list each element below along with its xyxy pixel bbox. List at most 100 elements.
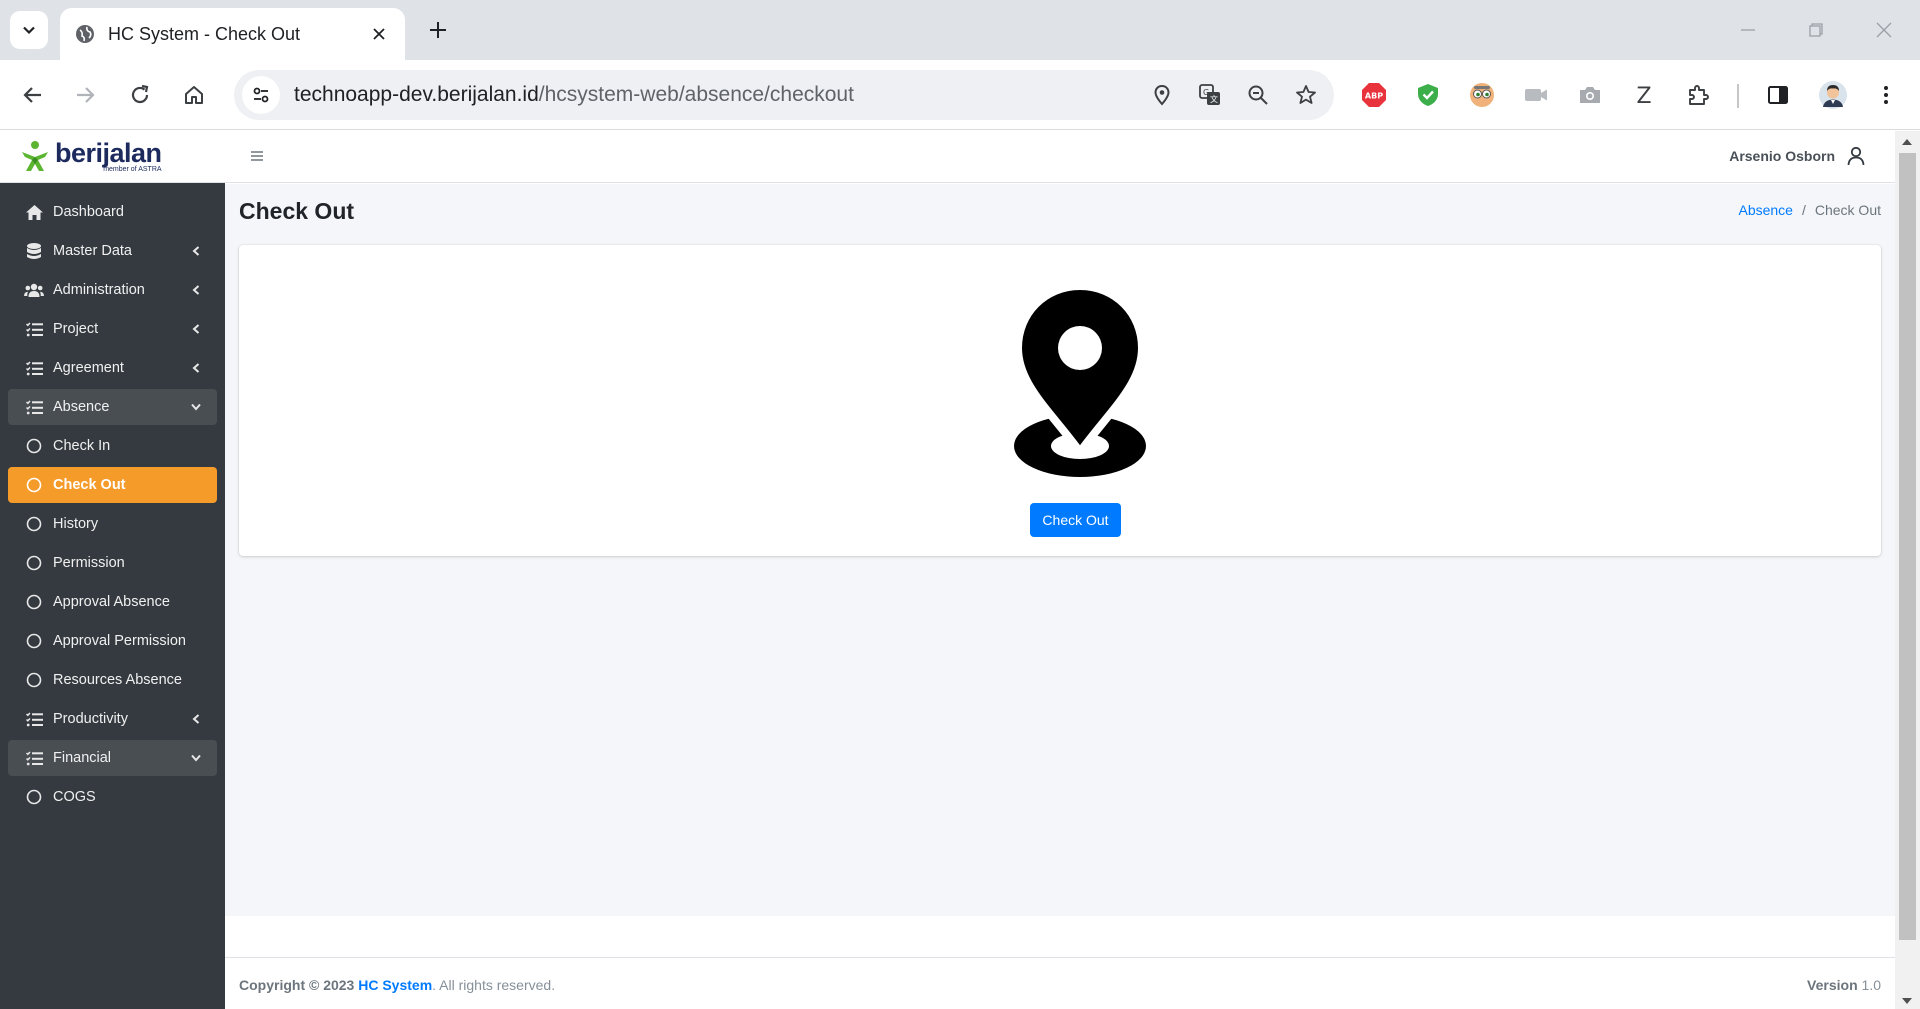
browser-toolbar: technoapp-dev.berijalan.id/hcsystem-web/… (0, 60, 1920, 130)
site-info-button[interactable] (242, 76, 280, 114)
map-marker-icon (1013, 282, 1147, 477)
z-extension-icon: Z (1636, 84, 1651, 108)
circle-icon (24, 436, 44, 456)
translate-button[interactable]: G文 (1190, 75, 1230, 115)
minimize-icon (1741, 29, 1755, 31)
footer-brand-link[interactable]: HC System (358, 977, 432, 993)
location-button[interactable] (1142, 75, 1182, 115)
sidebar-item-resources-absence[interactable]: Resources Absence (8, 662, 217, 698)
scroll-down-arrow-icon[interactable] (1902, 998, 1912, 1004)
top-navbar: Arsenio Osborn (225, 131, 1895, 183)
camera-extension-button[interactable] (1572, 77, 1608, 113)
address-bar[interactable]: technoapp-dev.berijalan.id/hcsystem-web/… (234, 70, 1334, 120)
brand-subtitle: member of ASTRA (103, 165, 162, 173)
minimize-button[interactable] (1732, 14, 1764, 46)
reload-button[interactable] (122, 77, 158, 113)
sidebar-item-label: History (53, 516, 99, 532)
z-extension-button[interactable]: Z (1626, 77, 1662, 113)
video-extension-button[interactable] (1518, 77, 1554, 113)
sidebar-item-dashboard[interactable]: Dashboard (8, 194, 217, 230)
profile-button[interactable] (1815, 77, 1851, 113)
sidebar-item-history[interactable]: History (8, 506, 217, 542)
tasks-icon (24, 709, 44, 729)
sidebar-item-administration[interactable]: Administration (8, 272, 217, 308)
sidebar-item-permission[interactable]: Permission (8, 545, 217, 581)
sidebar-item-agreement[interactable]: Agreement (8, 350, 217, 386)
sidebar-toggle-button[interactable] (246, 145, 268, 167)
browser-menu-button[interactable] (1868, 77, 1904, 113)
sidebar-item-absence[interactable]: Absence (8, 389, 217, 425)
back-button[interactable] (15, 77, 51, 113)
forward-button[interactable] (67, 77, 103, 113)
chevron-left-icon (189, 361, 203, 375)
sidebar-item-label: Resources Absence (53, 672, 182, 688)
restore-button[interactable] (1800, 14, 1832, 46)
brand-name: berijalan (55, 137, 162, 168)
adblock-plus-button[interactable]: ABP (1356, 77, 1392, 113)
sidebar-item-label: Financial (53, 750, 112, 766)
sidebar-item-master-data[interactable]: Master Data (8, 233, 217, 269)
eyes-extension-button[interactable] (1464, 77, 1500, 113)
sidebar-item-approval-absence[interactable]: Approval Absence (8, 584, 217, 620)
circle-icon (24, 787, 44, 807)
chevron-left-icon (189, 244, 203, 258)
check-out-button[interactable]: Check Out (1030, 503, 1121, 537)
breadcrumb: Absence / Check Out (1738, 202, 1881, 218)
puzzle-icon (1689, 85, 1709, 105)
home-button[interactable] (176, 77, 212, 113)
user-icon (1845, 145, 1867, 167)
close-window-button[interactable] (1868, 14, 1900, 46)
sidebar-item-productivity[interactable]: Productivity (8, 701, 217, 737)
page-scrollbar[interactable] (1895, 131, 1920, 1009)
tab-close-button[interactable] (367, 22, 391, 46)
globe-icon (76, 25, 94, 43)
sidebar: berijalan member of ASTRA Dashboard Mast… (0, 131, 225, 1009)
scrollbar-thumb[interactable] (1899, 153, 1916, 940)
sidebar-item-cogs[interactable]: COGS (8, 779, 217, 815)
sidebar-item-check-out[interactable]: Check Out (8, 467, 217, 503)
footer-version: Version 1.0 (1807, 977, 1881, 993)
side-panel-button[interactable] (1760, 77, 1796, 113)
checkout-card: Check Out (239, 245, 1881, 556)
zoom-out-icon (1248, 85, 1268, 105)
scroll-up-arrow-icon[interactable] (1902, 139, 1912, 145)
copyright-text: Copyright © 2023 (239, 977, 355, 993)
tasks-icon (24, 748, 44, 768)
sidebar-item-project[interactable]: Project (8, 311, 217, 347)
close-icon (373, 28, 385, 40)
location-pin-icon (1154, 84, 1170, 106)
shield-extension-button[interactable] (1410, 77, 1446, 113)
home-icon (24, 202, 44, 222)
user-menu[interactable]: Arsenio Osborn (1729, 145, 1867, 167)
tasks-icon (24, 358, 44, 378)
extensions-button[interactable] (1680, 77, 1716, 113)
circle-icon (24, 670, 44, 690)
sidebar-item-label: Approval Permission (53, 633, 186, 649)
url-text[interactable]: technoapp-dev.berijalan.id/hcsystem-web/… (294, 83, 1142, 107)
circle-icon (24, 475, 44, 495)
reload-icon (131, 84, 149, 104)
camera-extension-icon (1580, 87, 1600, 103)
sidebar-item-label: Absence (53, 399, 110, 415)
url-path: /hcsystem-web/absence/checkout (538, 83, 854, 106)
browser-tab[interactable]: HC System - Check Out (60, 8, 405, 60)
breadcrumb-link-absence[interactable]: Absence (1738, 202, 1792, 218)
sidebar-item-label: Check In (53, 438, 111, 454)
sidebar-item-check-in[interactable]: Check In (8, 428, 217, 464)
page-title: Check Out (239, 198, 355, 224)
tab-search-button[interactable] (10, 11, 48, 49)
zoom-button[interactable] (1238, 75, 1278, 115)
circle-icon (24, 514, 44, 534)
star-icon (1296, 85, 1316, 104)
rights-text: . All rights reserved. (432, 977, 556, 993)
breadcrumb-current: Check Out (1814, 202, 1881, 218)
chevron-left-icon (189, 322, 203, 336)
sidebar-item-financial[interactable]: Financial (8, 740, 217, 776)
sidebar-item-approval-permission[interactable]: Approval Permission (8, 623, 217, 659)
bookmark-button[interactable] (1286, 75, 1326, 115)
sidebar-item-label: Productivity (53, 711, 128, 727)
brand-logo[interactable]: berijalan member of ASTRA (0, 131, 225, 183)
sidebar-item-label: Agreement (53, 360, 124, 376)
tune-icon (253, 87, 269, 103)
new-tab-button[interactable] (424, 16, 452, 44)
